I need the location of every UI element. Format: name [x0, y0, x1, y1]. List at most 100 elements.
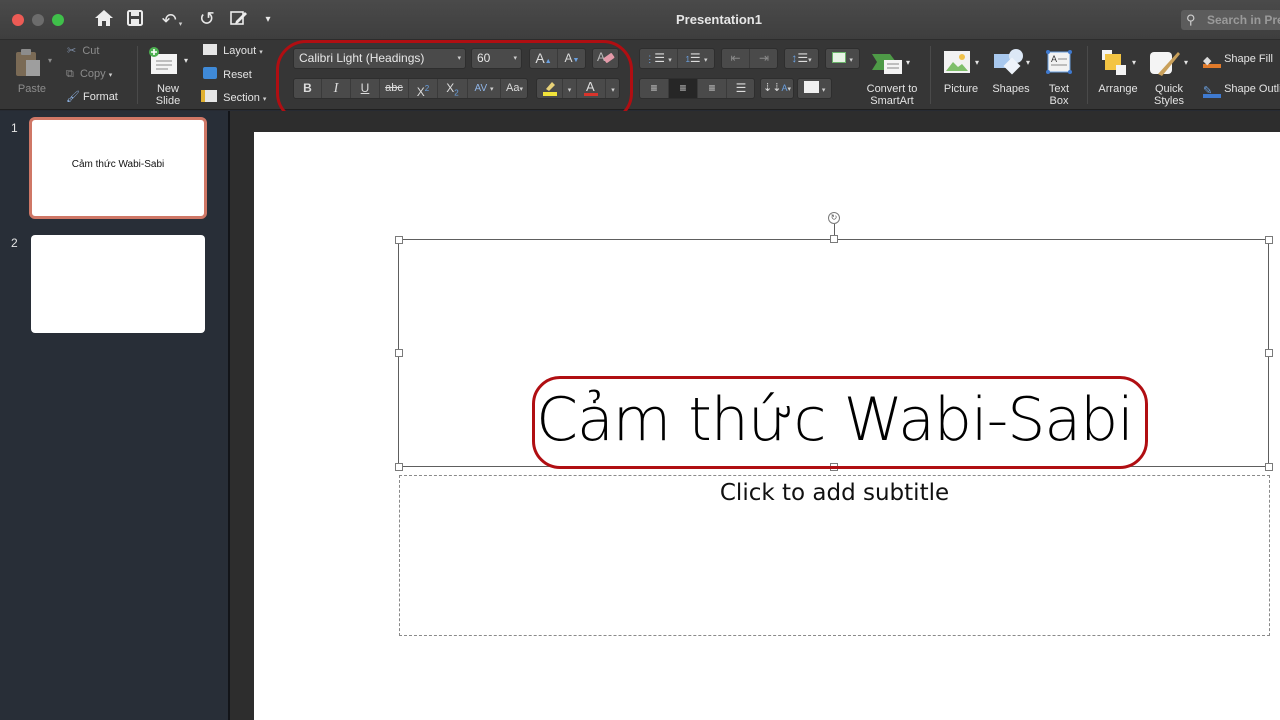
- font-size-select[interactable]: 60 ▾: [471, 48, 522, 69]
- new-slide-dropdown-icon[interactable]: ▾: [184, 54, 188, 68]
- svg-text:A: A: [1051, 54, 1057, 64]
- shape-fill-label: Shape Fill: [1224, 53, 1273, 65]
- resize-handle-bottom[interactable]: [830, 463, 838, 471]
- italic-button[interactable]: I: [322, 79, 351, 98]
- shape-fill-button[interactable]: ◆ Shape Fill: [1203, 52, 1273, 68]
- text-box-icon[interactable]: A: [1046, 50, 1072, 74]
- resize-handle-right[interactable]: [1265, 349, 1273, 357]
- shape-outline-button[interactable]: ✎ Shape Outline: [1203, 82, 1280, 98]
- format-painter-button[interactable]: 🖌 Format: [66, 90, 118, 104]
- layout-icon: [203, 44, 217, 55]
- picture-dropdown-icon[interactable]: ▾: [975, 56, 979, 70]
- quick-styles-icon[interactable]: [1150, 50, 1182, 78]
- character-spacing-button[interactable]: AV ▾: [468, 79, 501, 98]
- align-left-button[interactable]: ≡: [640, 79, 669, 98]
- decrease-indent-button[interactable]: ⇤: [722, 49, 750, 68]
- bullets-button[interactable]: ⋮☰ ▾: [640, 49, 678, 68]
- decrease-font-size-button[interactable]: A▼: [558, 49, 586, 68]
- underline-button[interactable]: U: [351, 79, 380, 98]
- cut-button[interactable]: ✂ Cut: [67, 44, 99, 58]
- increase-font-size-button[interactable]: A▲: [530, 49, 558, 68]
- subscript-button[interactable]: X2: [438, 79, 468, 98]
- line-spacing-button[interactable]: ↕☰▾: [784, 48, 819, 69]
- text-direction-button[interactable]: ⇣⇣A▾: [760, 78, 794, 99]
- quick-styles-button[interactable]: Quick Styles: [1146, 83, 1192, 107]
- arrange-icon[interactable]: [1102, 50, 1128, 76]
- picture-icon[interactable]: [944, 51, 970, 73]
- superscript-button[interactable]: X2: [409, 79, 438, 99]
- ribbon-separator: [930, 46, 931, 104]
- resize-handle-bottom-right[interactable]: [1265, 463, 1273, 471]
- paste-button[interactable]: [14, 48, 42, 78]
- reset-button[interactable]: Reset: [203, 67, 252, 82]
- font-color-button[interactable]: A: [577, 79, 606, 98]
- align-text-button[interactable]: ▾: [797, 78, 832, 99]
- search-placeholder: Search in Presentation: [1207, 13, 1280, 27]
- copy-button[interactable]: ⧉ Copy ▾: [66, 67, 112, 83]
- strikethrough-button[interactable]: abc: [380, 79, 409, 98]
- resize-handle-top[interactable]: [830, 235, 838, 243]
- picture-button[interactable]: Picture: [938, 83, 984, 95]
- smartart-dropdown-icon[interactable]: ▾: [906, 56, 910, 70]
- reset-icon: [203, 67, 217, 79]
- char-spacing-icon: AV: [474, 83, 488, 94]
- paste-label: Paste: [17, 83, 47, 95]
- copy-label: Copy: [79, 68, 106, 80]
- align-right-button[interactable]: ≡: [698, 79, 727, 98]
- resize-handle-top-right[interactable]: [1265, 236, 1273, 244]
- resize-handle-left[interactable]: [395, 349, 403, 357]
- slide-number: 2: [11, 236, 18, 250]
- arrange-button[interactable]: Arrange: [1094, 83, 1142, 95]
- subtitle-placeholder-text[interactable]: Click to add subtitle: [399, 480, 1270, 506]
- layout-button[interactable]: Layout ▾: [203, 44, 263, 60]
- shapes-dropdown-icon[interactable]: ▾: [1026, 56, 1030, 70]
- paintbrush-icon: 🖌: [66, 91, 80, 103]
- resize-handle-top-left[interactable]: [395, 236, 403, 244]
- shapes-icon[interactable]: [994, 48, 1024, 76]
- align-center-button[interactable]: ≡: [669, 79, 698, 98]
- chevron-down-icon: ▾: [457, 55, 461, 62]
- clear-formatting-button[interactable]: A: [592, 48, 619, 69]
- justify-button[interactable]: ☰: [727, 79, 755, 98]
- scissors-icon: ✂: [67, 45, 77, 57]
- paint-bucket-icon: ◆: [1203, 54, 1221, 68]
- slide-thumbnail-1[interactable]: Cảm thức Wabi-Sabi: [29, 117, 207, 219]
- section-button[interactable]: Section ▾: [201, 90, 266, 107]
- font-size-value: 60: [477, 51, 491, 65]
- format-label: Format: [83, 91, 118, 103]
- svg-text:A: A: [597, 50, 605, 64]
- rotate-handle-icon[interactable]: ↻: [828, 212, 840, 224]
- search-icon: ⚲: [1186, 12, 1196, 27]
- search-input[interactable]: ⚲ Search in Presentation: [1181, 10, 1280, 30]
- font-name-select[interactable]: Calibri Light (Headings) ▾: [293, 48, 466, 69]
- copy-dropdown-icon[interactable]: ▾: [109, 72, 113, 79]
- font-style-buttons: B I U abc X2 X2 AV ▾ Aa▾: [293, 78, 528, 99]
- slide-title-text[interactable]: Cảm thức Wabi-Sabi: [398, 381, 1271, 459]
- columns-button[interactable]: ▾: [825, 48, 860, 69]
- shape-outline-label: Shape Outline: [1224, 83, 1280, 95]
- highlight-color-dropdown-icon[interactable]: ▾: [563, 79, 577, 98]
- reset-label: Reset: [223, 69, 252, 81]
- text-box-button[interactable]: Text Box: [1040, 83, 1078, 107]
- convert-to-smartart-button[interactable]: Convert to SmartArt: [862, 83, 922, 107]
- resize-handle-bottom-left[interactable]: [395, 463, 403, 471]
- font-color-dropdown-icon[interactable]: ▾: [606, 79, 620, 98]
- svg-text:A: A: [586, 79, 595, 94]
- copy-icon: ⧉: [66, 68, 74, 80]
- highlight-color-button[interactable]: [537, 79, 563, 98]
- change-case-button[interactable]: Aa▾: [501, 79, 528, 98]
- arrange-dropdown-icon[interactable]: ▾: [1132, 56, 1136, 70]
- indent-buttons: ⇤ ⇥: [721, 48, 778, 69]
- bold-button[interactable]: B: [294, 79, 322, 98]
- ribbon-separator: [137, 46, 138, 104]
- shapes-button[interactable]: Shapes: [988, 83, 1034, 95]
- slide-thumbnail-2[interactable]: [31, 235, 205, 333]
- change-case-icon: Aa: [506, 82, 520, 94]
- new-slide-button[interactable]: [148, 46, 180, 78]
- paste-dropdown-icon[interactable]: ▾: [48, 54, 52, 68]
- numbering-button[interactable]: 1☰ ▾: [678, 49, 715, 68]
- quick-styles-dropdown-icon[interactable]: ▾: [1184, 56, 1188, 70]
- title-bar: ↶ ▾ ↺ ▾ Presentation1 ⚲ Search in Presen…: [0, 0, 1280, 40]
- smartart-icon[interactable]: [872, 52, 906, 76]
- increase-indent-button[interactable]: ⇥: [750, 49, 778, 68]
